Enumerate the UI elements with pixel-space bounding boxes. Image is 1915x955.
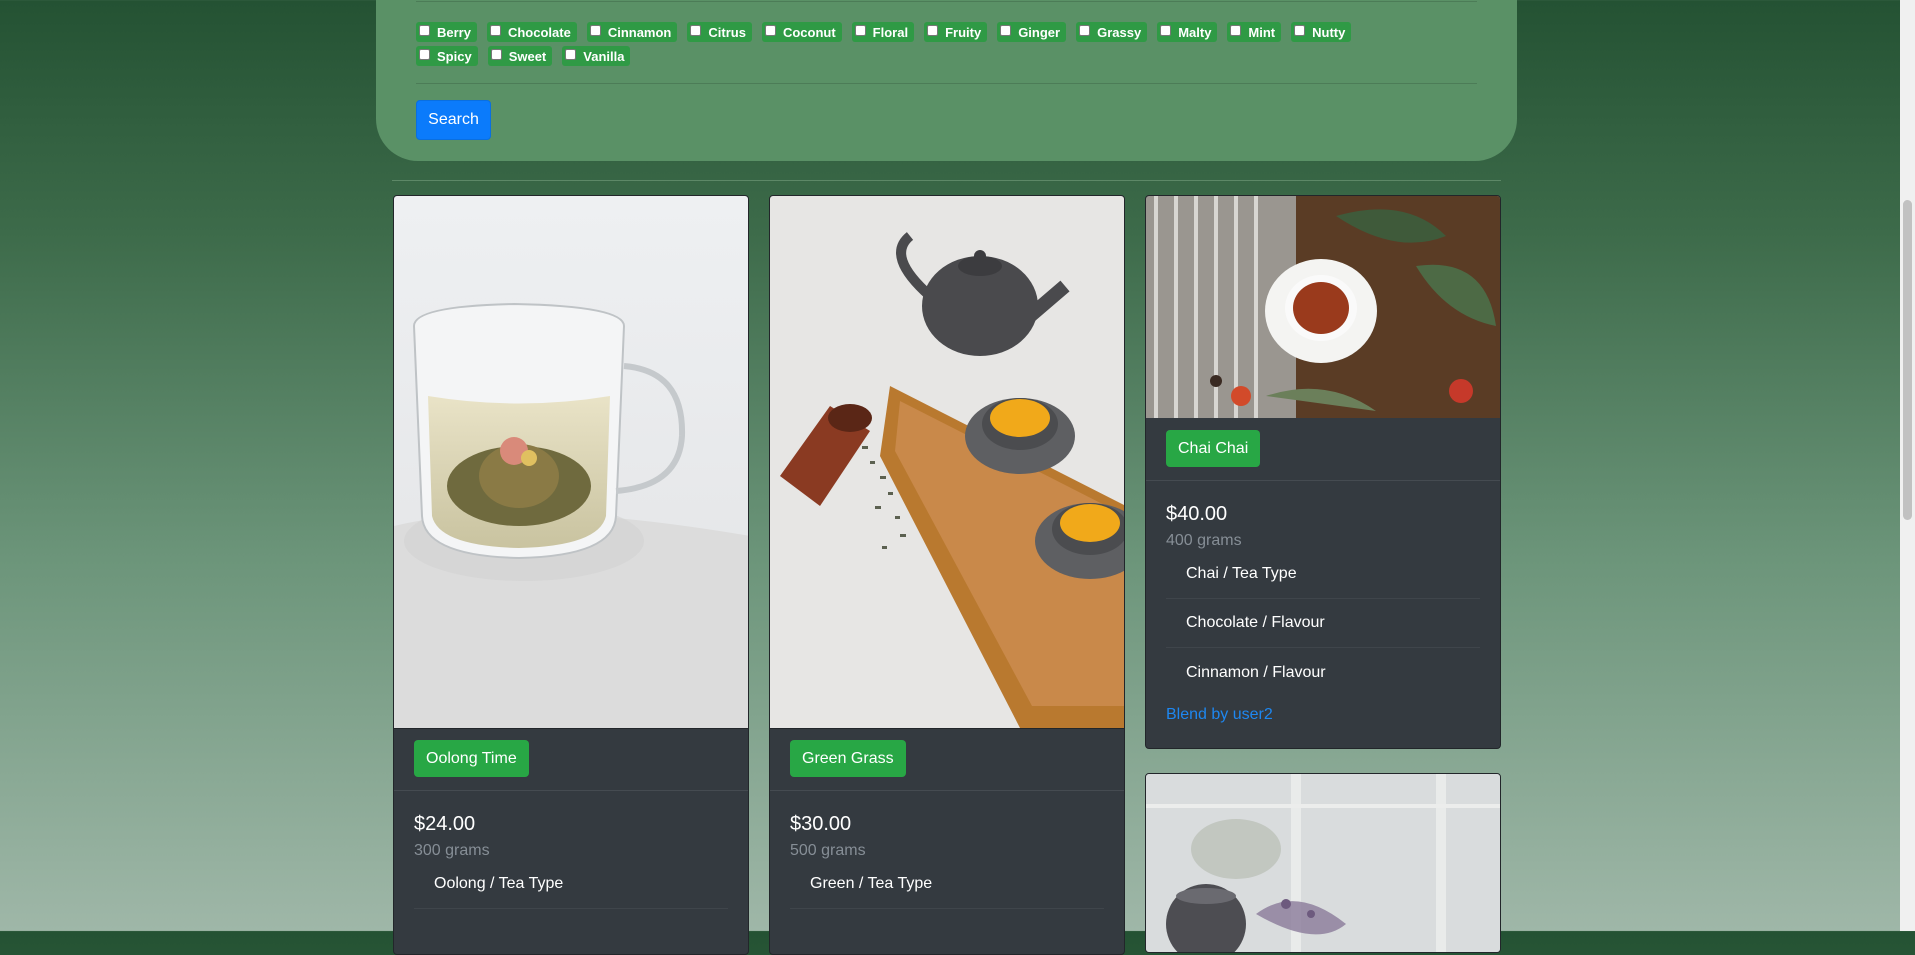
checkbox[interactable] [419,24,430,36]
flavour-filter-ginger[interactable]: Ginger [997,22,1067,42]
flavour-filter-sweet[interactable]: Sweet [487,46,553,66]
checkbox[interactable] [927,24,939,36]
tea-card-green-grass: Green Grass $30.00 500 grams Green / Tea… [769,195,1125,955]
checkbox[interactable] [565,48,577,60]
flavour-label: Coconut [782,24,836,40]
flavour-label: Citrus [708,24,746,40]
tea-card-partial [1145,773,1501,953]
flavour-filter-malty[interactable]: Malty [1157,22,1218,42]
checkbox[interactable] [419,48,430,60]
filter-panel: Berry Chocolate Cinnamon Citrus Coconut Flora… [376,0,1517,161]
flavour-filter-cinnamon[interactable]: Cinnamon [586,22,678,42]
checkbox[interactable] [1294,24,1306,36]
checkbox[interactable] [1000,24,1012,36]
flavour-label: Berry [437,24,471,40]
scrollbar-thumb[interactable] [1903,200,1912,520]
flavour-filter-chocolate[interactable]: Chocolate [486,22,577,42]
tea-name-button[interactable]: Oolong Time [414,740,529,777]
flavour-label: Grassy [1097,24,1142,40]
flavour-filter-floral[interactable]: Floral [851,22,915,42]
tea-card-oolong-time: Oolong Time $24.00 300 grams Oolong / Te… [393,195,749,955]
card-header: Chai Chai [1146,418,1500,481]
divider [416,83,1477,84]
attribute-item: Chai / Tea Type [1166,550,1480,599]
page-scrollbar[interactable] [1900,0,1915,931]
flavour-filter-mint[interactable]: Mint [1227,22,1282,42]
flavour-label: Mint [1248,24,1276,40]
flavour-filter-citrus[interactable]: Citrus [687,22,752,42]
flavour-row-1: Berry Chocolate Cinnamon Citrus Coconut Flora… [416,20,1496,44]
attribute-item: Green / Tea Type [790,860,1104,909]
checkbox[interactable] [854,24,866,36]
tea-name-button[interactable]: Chai Chai [1166,430,1261,467]
flavour-filter-fruity[interactable]: Fruity [924,22,988,42]
divider [416,1,1477,2]
flavour-label: Cinnamon [607,24,672,40]
checkbox[interactable] [489,24,501,36]
attribute-item: Chocolate / Flavour [1166,599,1480,648]
flavour-filter-grassy[interactable]: Grassy [1076,22,1148,42]
flavour-label: Floral [872,24,909,40]
attribute-item: Oolong / Tea Type [414,860,728,909]
divider [392,180,1501,181]
flavour-label: Malty [1178,24,1212,40]
tea-photo-window-cup [1146,774,1500,952]
blend-author-link[interactable]: Blend by user2 [1166,706,1273,724]
flavour-row-2: Spicy Sweet Vanilla [416,44,1496,68]
checkbox[interactable] [764,24,776,36]
flavour-filter-coconut[interactable]: Coconut [761,22,842,42]
checkbox[interactable] [690,24,702,36]
flavour-filter-vanilla[interactable]: Vanilla [562,46,631,66]
flavour-label: Spicy [437,48,472,64]
flavour-filter-group: Berry Chocolate Cinnamon Citrus Coconut Flora… [416,20,1496,68]
flavour-filter-berry[interactable]: Berry [416,22,477,42]
checkbox[interactable] [1230,24,1242,36]
flavour-filter-nutty[interactable]: Nutty [1291,22,1352,42]
attribute-item: Cinnamon / Flavour [1186,663,1326,681]
checkbox[interactable] [490,48,502,60]
weight: 500 grams [790,842,866,859]
weight: 400 grams [1166,532,1242,549]
price: $30.00 [790,813,852,835]
flavour-label: Ginger [1018,24,1061,40]
flavour-label: Sweet [508,48,547,64]
checkbox[interactable] [1160,24,1172,36]
tea-card-chai-chai: Chai Chai $40.00 400 grams Chai / Tea Ty… [1145,195,1501,749]
flavour-label: Vanilla [583,48,625,64]
card-header: Oolong Time [394,728,748,791]
flavour-label: Chocolate [507,24,571,40]
card-header: Green Grass [770,728,1124,791]
search-button[interactable]: Search [416,100,491,140]
price: $40.00 [1166,503,1228,525]
flavour-label: Fruity [945,24,982,40]
flavour-label: Nutty [1312,24,1346,40]
tea-photo-glass-cup [394,196,748,729]
checkbox[interactable] [1079,24,1091,36]
tea-photo-teapot-tray [770,196,1124,729]
checkbox[interactable] [589,24,601,36]
weight: 300 grams [414,842,490,859]
flavour-filter-spicy[interactable]: Spicy [416,46,478,66]
tea-name-button[interactable]: Green Grass [790,740,906,777]
tea-photo-chai-cup [1146,196,1500,418]
price: $24.00 [414,813,476,835]
